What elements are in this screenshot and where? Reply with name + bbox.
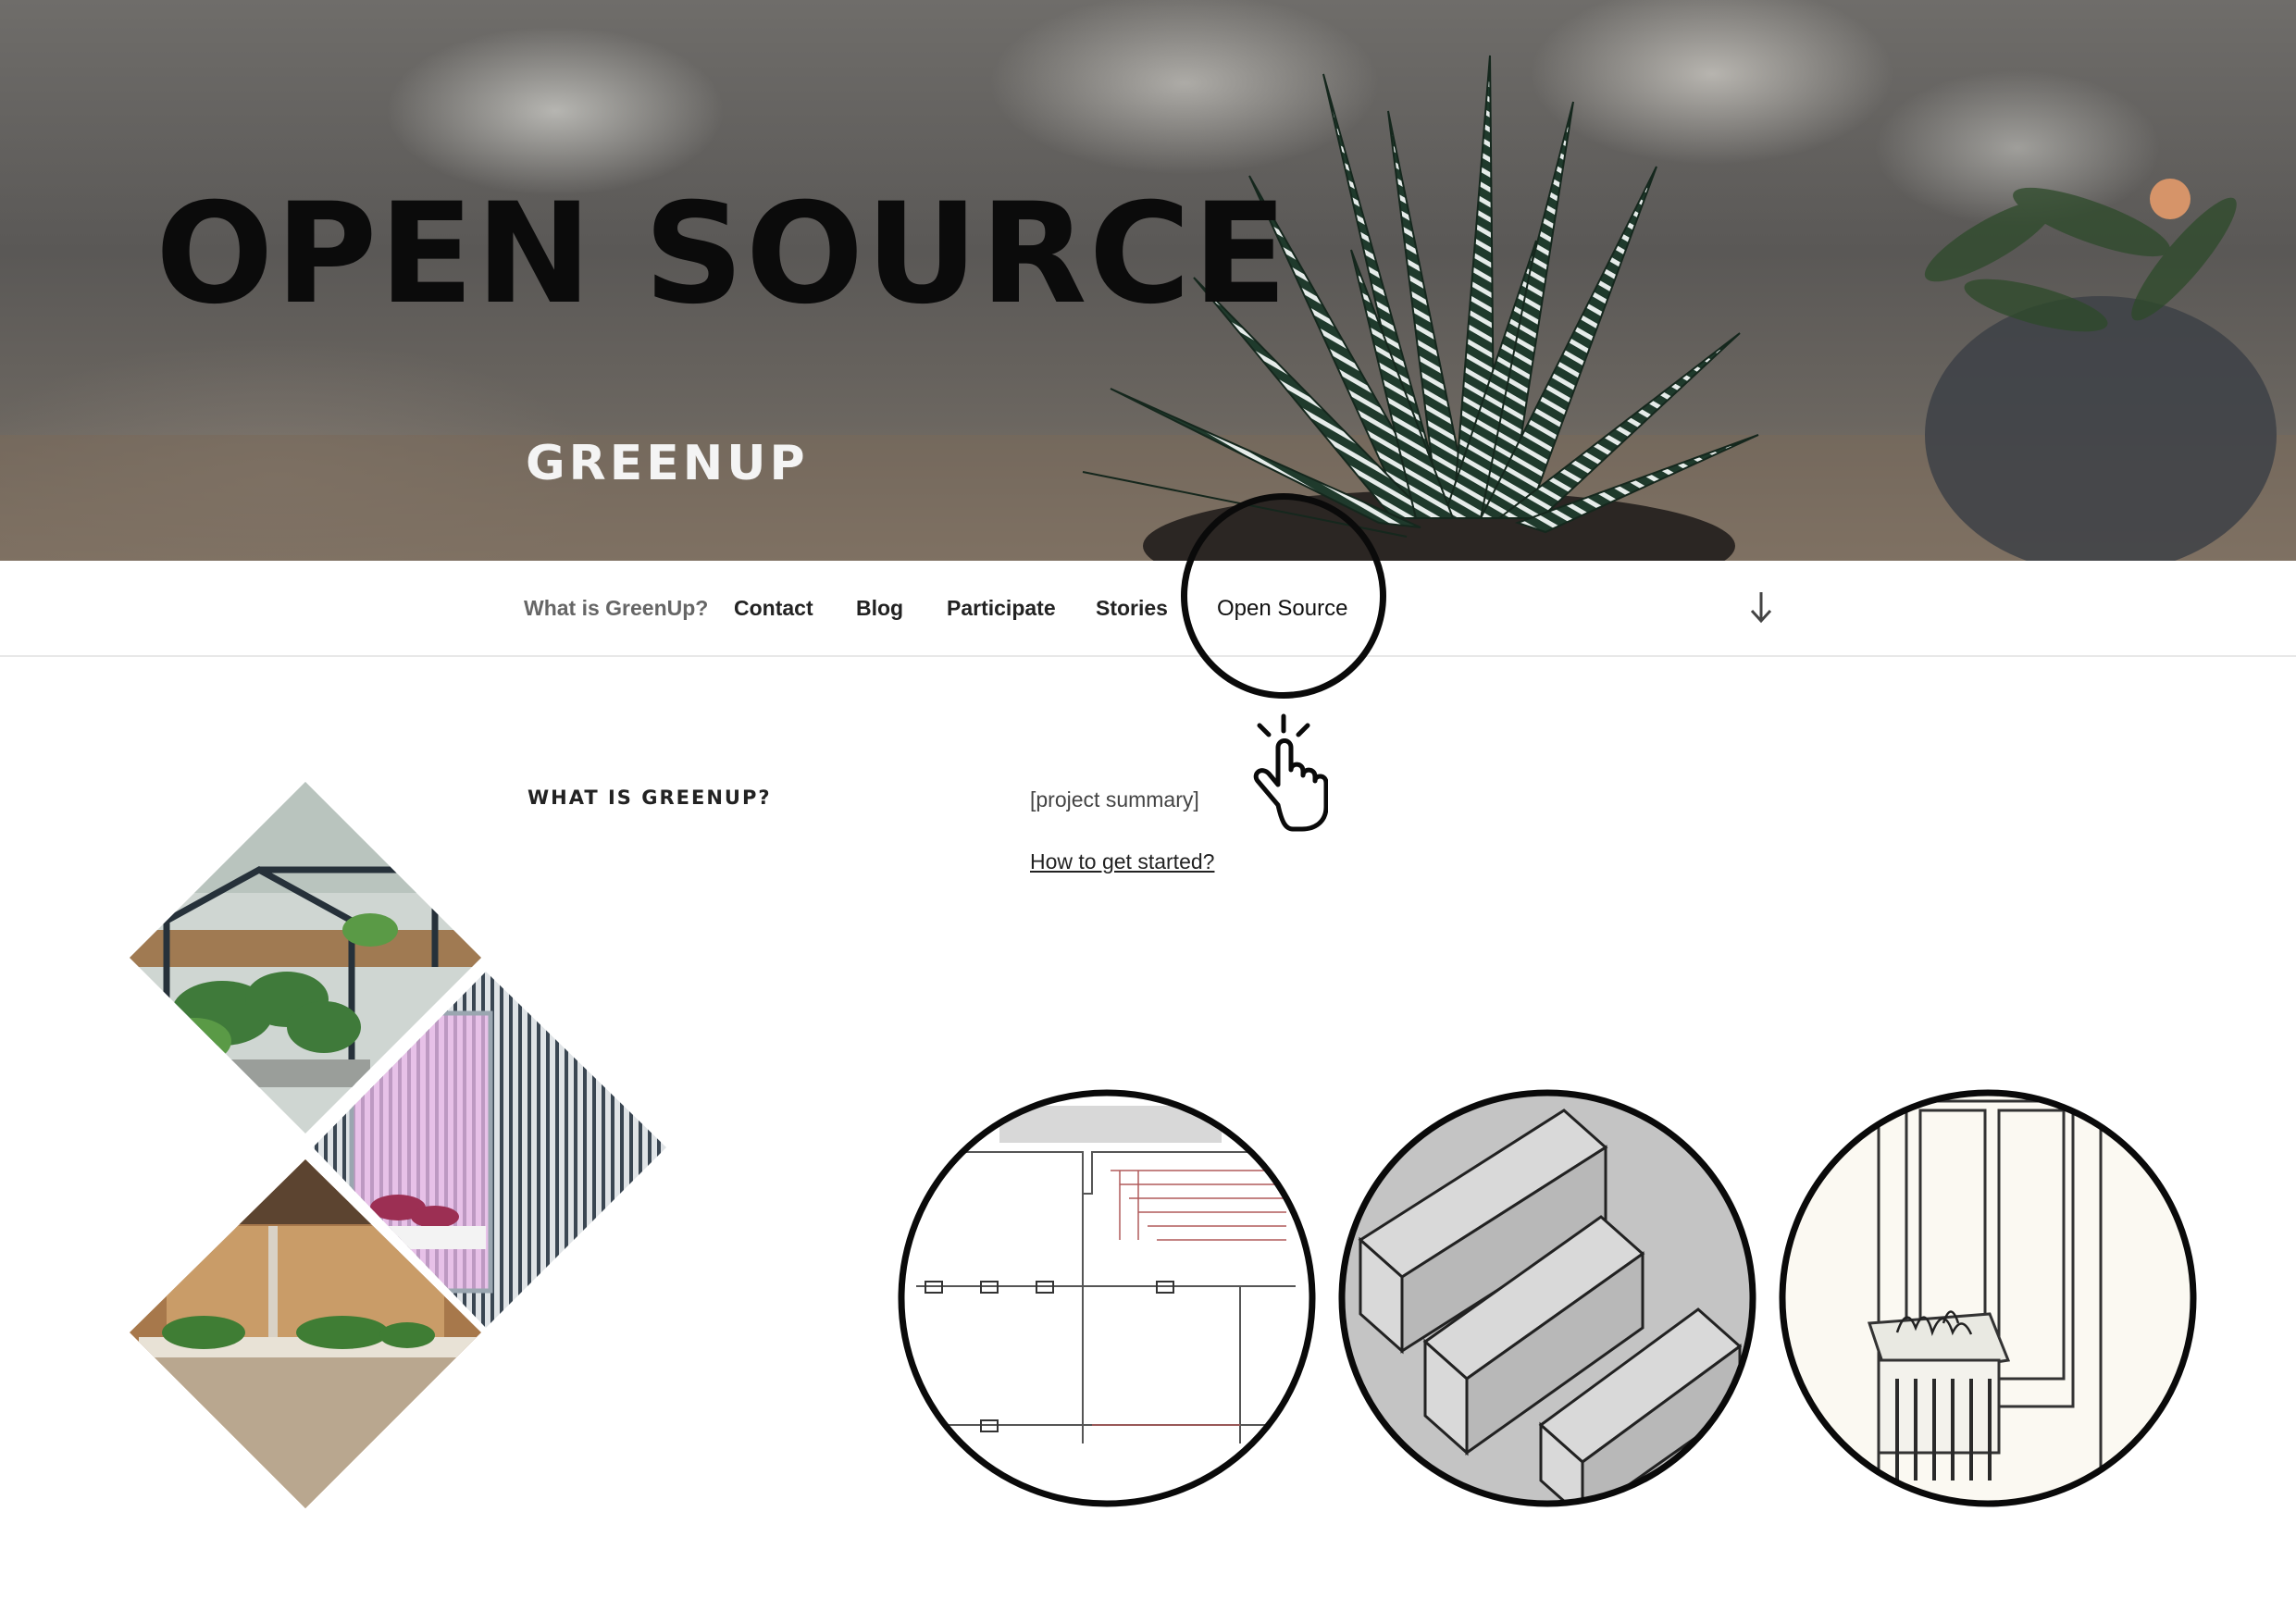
planter-box-models-drawing [1338, 1089, 1756, 1507]
floor-plan-drawing [898, 1089, 1316, 1507]
pointing-hand-click-icon [1253, 713, 1328, 832]
nav-item-blog[interactable]: Blog [856, 596, 903, 621]
hero-header: OPEN SOURCE GREENUP [0, 0, 2296, 561]
nav-item-participate[interactable]: Participate [947, 596, 1056, 621]
get-started-link[interactable]: How to get started? [1030, 849, 1214, 874]
arrow-down-icon[interactable] [1747, 588, 1775, 626]
window-planter-drawing [1779, 1089, 2197, 1507]
page-title: OPEN SOURCE [155, 174, 1290, 335]
nav-item-contact[interactable]: Contact [734, 596, 813, 621]
nav-item-what-is-greenup[interactable]: What is GreenUp? [524, 596, 708, 621]
nav-item-open-source[interactable]: Open Source [1217, 596, 1347, 622]
project-summary-text: [project summary] [1030, 787, 1199, 812]
nav-item-stories[interactable]: Stories [1096, 596, 1168, 621]
site-title[interactable]: GREENUP [526, 440, 809, 488]
main-navigation: What is GreenUp? Contact Blog Participat… [0, 561, 2296, 657]
photo-mosaic [130, 782, 666, 1508]
